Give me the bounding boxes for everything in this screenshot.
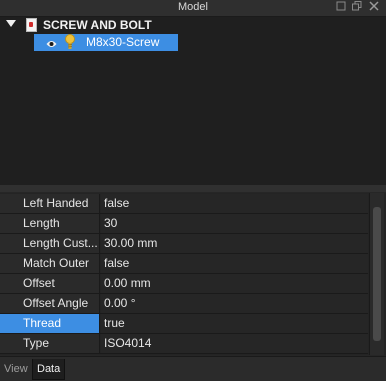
property-value[interactable]: 0.00 mm [101,274,368,293]
table-row[interactable]: Length 30 [0,214,368,234]
table-row[interactable]: Left Handed false [0,194,368,214]
vertical-scrollbar[interactable] [369,193,384,355]
property-name: Length Cust... [0,234,100,253]
property-value[interactable]: false [101,194,368,213]
property-value[interactable]: false [101,254,368,273]
panel-title: Model [178,1,208,13]
property-name: Thread [0,314,100,333]
property-value[interactable]: 30.00 mm [101,234,368,253]
tree-item-root[interactable]: SCREW AND BOLT [0,17,386,34]
expand-arrow-icon[interactable] [6,20,16,27]
table-row[interactable]: Offset 0.00 mm [0,274,368,294]
property-value[interactable]: 30 [101,214,368,233]
screw-icon [65,34,75,50]
table-row[interactable]: Length Cust... 30.00 mm [0,234,368,254]
property-name: Match Outer [0,254,100,273]
eye-icon[interactable] [46,37,57,47]
property-name: Offset Angle [0,294,100,313]
table-row[interactable]: Offset Angle 0.00 ° [0,294,368,314]
property-name: Offset [0,274,100,293]
table-row[interactable]: Type ISO4014 [0,334,368,354]
float-icon[interactable] [350,1,364,14]
table-row[interactable]: Match Outer false [0,254,368,274]
tab-bar: View Data [0,356,386,381]
property-name: Length [0,214,100,233]
document-icon [26,18,37,32]
tree-root-label: SCREW AND BOLT [43,18,152,32]
property-name: Left Handed [0,194,100,213]
property-value[interactable]: 0.00 ° [101,294,368,313]
property-table: Left Handed false Length 30 Length Cust.… [0,193,386,355]
panel-splitter[interactable] [0,185,386,192]
property-value[interactable]: ISO4014 [101,334,368,353]
panel-title-bar: Model [0,0,386,17]
restore-icon[interactable] [334,1,348,14]
property-name: Type [0,334,100,353]
close-icon[interactable] [367,1,381,14]
scroll-thumb[interactable] [373,207,381,341]
table-row-selected[interactable]: Thread true [0,314,368,334]
property-value[interactable]: true [101,314,368,333]
tree-child-label: M8x30-Screw [86,35,160,49]
tab-view[interactable]: View [0,359,32,379]
model-tree: SCREW AND BOLT M8x30-Screw [0,17,386,185]
tab-data[interactable]: Data [32,359,66,380]
tree-item-screw[interactable]: M8x30-Screw [34,34,178,51]
